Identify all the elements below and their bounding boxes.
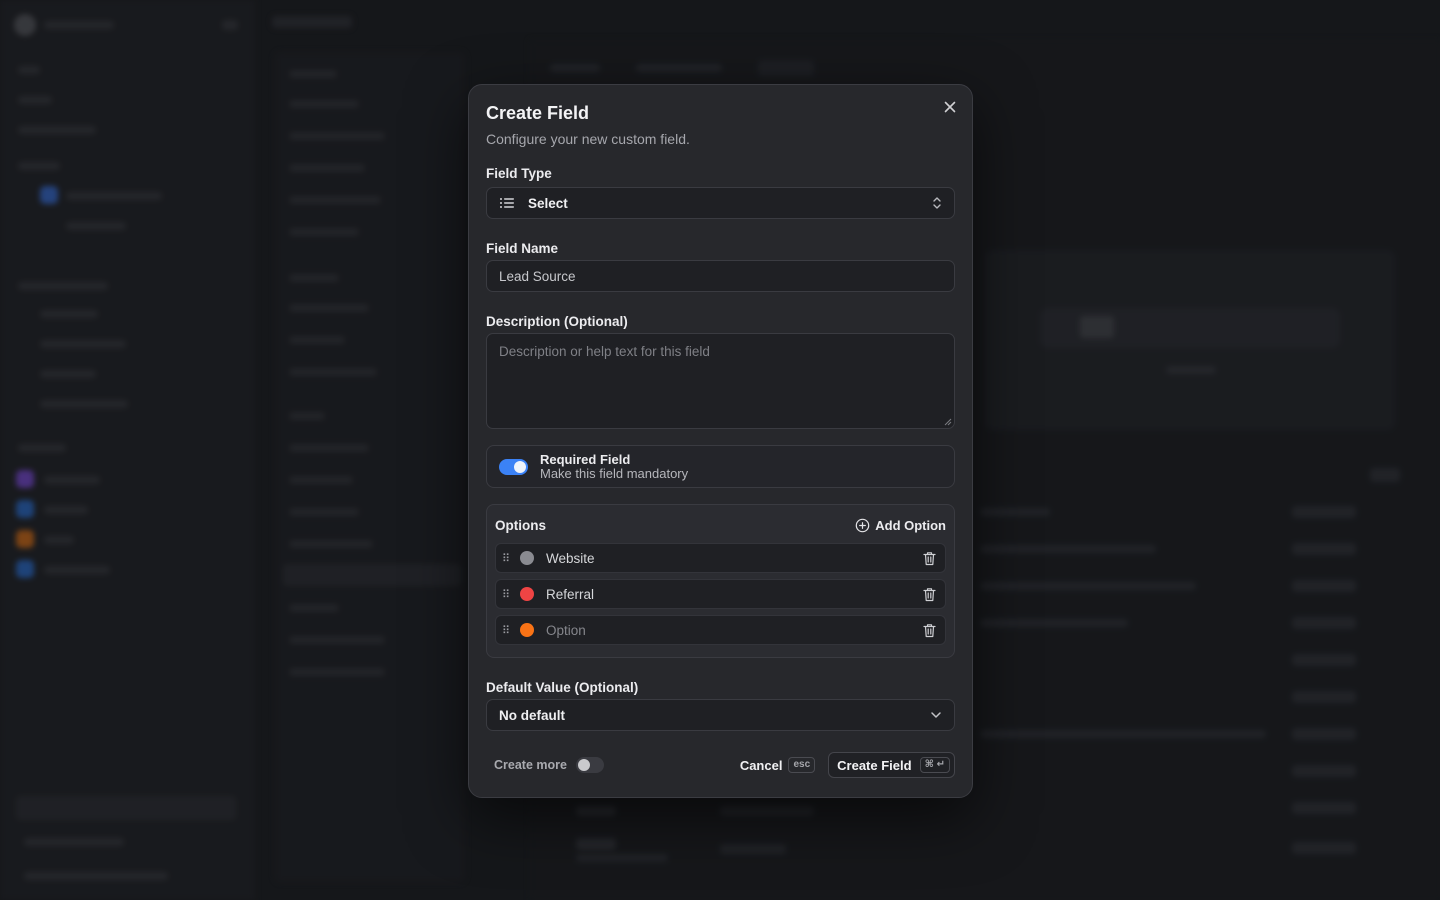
trash-icon [922, 551, 936, 565]
field-type-value: Select [528, 195, 568, 211]
description-placeholder: Description or help text for this field [499, 344, 710, 359]
delete-option-button[interactable] [921, 586, 937, 602]
default-value-select[interactable]: No default [486, 699, 955, 731]
cancel-button[interactable]: Cancel esc [739, 757, 816, 773]
option-color-swatch[interactable] [520, 623, 534, 637]
trash-icon [922, 623, 936, 637]
option-row[interactable]: ⠿ Option [495, 615, 946, 645]
plus-circle-icon [855, 518, 870, 532]
option-label[interactable]: Website [546, 551, 921, 566]
required-field-card: Required Field Make this field mandatory [486, 445, 955, 488]
option-color-swatch[interactable] [520, 587, 534, 601]
required-subtitle: Make this field mandatory [540, 465, 689, 481]
option-label[interactable]: Referral [546, 587, 921, 602]
default-value-label: Default Value (Optional) [486, 680, 639, 695]
create-field-label: Create Field [837, 757, 912, 773]
drag-handle-icon[interactable]: ⠿ [502, 552, 512, 565]
delete-option-button[interactable] [921, 550, 937, 566]
dialog-footer: Create more Cancel esc Create Field ⌘ ↵ [486, 751, 955, 779]
description-textarea[interactable]: Description or help text for this field [486, 333, 955, 429]
field-name-input[interactable]: Lead Source [486, 260, 955, 292]
default-value: No default [499, 707, 565, 723]
add-option-label: Add Option [875, 517, 946, 533]
required-toggle[interactable] [499, 458, 528, 475]
option-color-swatch[interactable] [520, 551, 534, 565]
dialog-subtitle: Configure your new custom field. [486, 131, 690, 147]
resize-grip-icon[interactable] [944, 418, 952, 426]
drag-handle-icon[interactable]: ⠿ [502, 624, 512, 637]
create-more-toggle[interactable] [575, 757, 604, 773]
close-icon [944, 101, 956, 113]
option-row[interactable]: ⠿ Website [495, 543, 946, 573]
list-icon [500, 198, 514, 208]
options-panel: Options Add Option ⠿ Website ⠿ Referral ⠿ Opt… [486, 504, 955, 658]
create-field-dialog: Create Field Configure your new custom f… [468, 84, 973, 798]
trash-icon [922, 587, 936, 601]
close-button[interactable] [940, 97, 960, 117]
options-title: Options [495, 517, 546, 533]
delete-option-button[interactable] [921, 622, 937, 638]
option-label[interactable]: Option [546, 623, 921, 638]
field-name-label: Field Name [486, 241, 559, 256]
submit-shortcut: ⌘ ↵ [919, 757, 950, 773]
field-type-label: Field Type [486, 166, 552, 181]
add-option-button[interactable]: Add Option [855, 518, 946, 533]
chevron-down-icon [931, 712, 941, 718]
cancel-label: Cancel [739, 757, 783, 773]
description-label: Description (Optional) [486, 314, 628, 329]
field-type-select[interactable]: Select [486, 187, 955, 219]
create-more-label: Create more [494, 758, 567, 772]
create-field-button[interactable]: Create Field ⌘ ↵ [828, 752, 955, 778]
dialog-title: Create Field [486, 103, 590, 123]
option-list: ⠿ Website ⠿ Referral ⠿ Option [495, 543, 946, 645]
drag-handle-icon[interactable]: ⠿ [502, 588, 512, 601]
esc-shortcut: esc [788, 757, 816, 773]
required-title: Required Field [540, 451, 631, 467]
option-row[interactable]: ⠿ Referral [495, 579, 946, 609]
chevron-updown-icon [933, 197, 941, 209]
